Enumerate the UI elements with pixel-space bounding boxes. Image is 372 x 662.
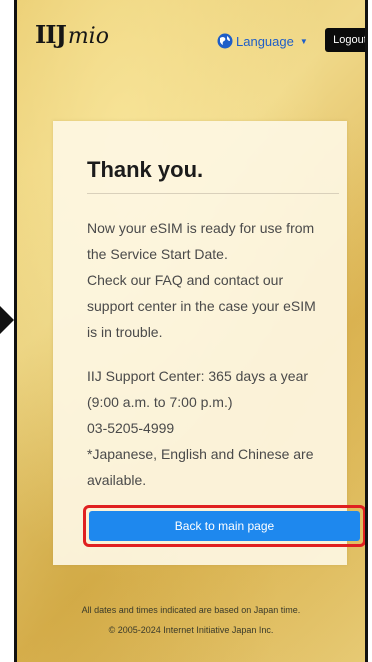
thank-you-card: Thank you. Now your eSIM is ready for us… (53, 121, 365, 565)
esim-ready-paragraph: Now your eSIM is ready for use from the … (87, 220, 316, 340)
phone-screen: IIJmio Language ▼ Logout Thank you. Now … (14, 0, 368, 662)
language-label: Language (236, 33, 294, 49)
header: IIJmio Language ▼ Logout (17, 0, 365, 70)
globe-icon (217, 33, 233, 49)
page-title: Thank you. (87, 157, 204, 182)
logo-main-text: IIJ (35, 20, 67, 49)
caret-down-icon: ▼ (299, 36, 308, 46)
language-selector[interactable]: Language ▼ (217, 30, 308, 52)
footer: All dates and times indicated are based … (17, 600, 365, 640)
arrow-right-icon (0, 306, 14, 334)
logo-script-text: mio (67, 24, 109, 49)
iijmio-logo: IIJmio (35, 20, 135, 52)
button-highlight: Back to main page (83, 505, 365, 547)
back-to-main-button[interactable]: Back to main page (89, 511, 360, 541)
logout-button[interactable]: Logout (325, 28, 365, 52)
footer-note: All dates and times indicated are based … (81, 605, 301, 615)
support-center-paragraph: IIJ Support Center: 365 days a year (9:0… (87, 368, 314, 488)
message-body: Now your eSIM is ready for use from the … (87, 215, 347, 493)
footer-copyright: © 2005-2024 Internet Initiative Japan In… (108, 625, 274, 635)
title-divider (87, 193, 339, 194)
